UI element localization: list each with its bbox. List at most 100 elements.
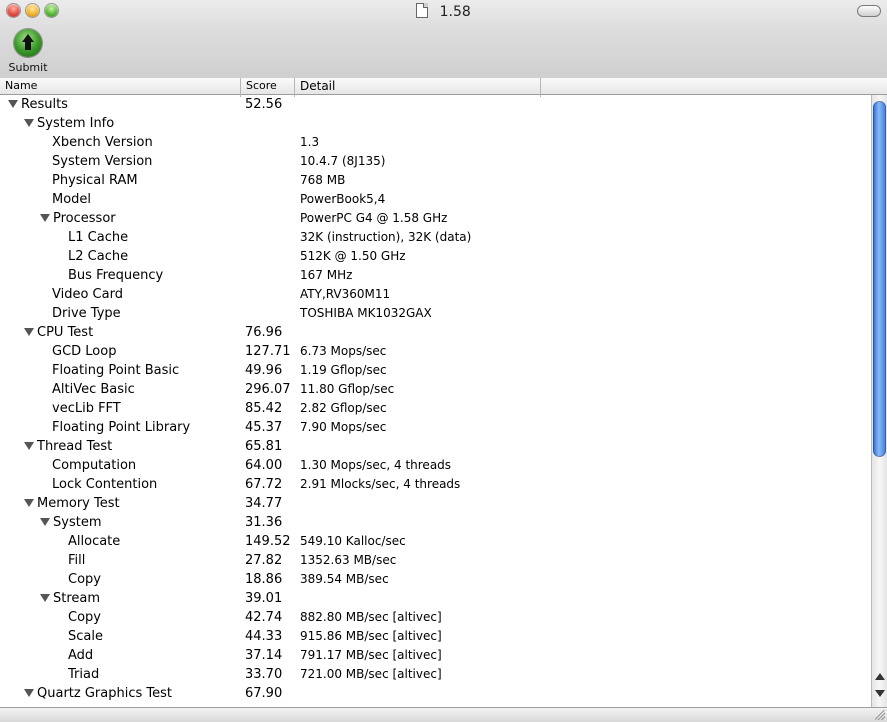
row-detail: 2.91 Mlocks/sec, 4 threads	[300, 477, 461, 491]
table-row[interactable]: Stream 39.01	[0, 589, 871, 608]
row-name: Quartz Graphics Test	[24, 684, 172, 703]
table-row[interactable]: Scale 44.33 915.86 MB/sec [altivec]	[0, 627, 871, 646]
row-score: 37.14	[245, 648, 283, 663]
table-row[interactable]: Bus Frequency 167 MHz	[0, 266, 871, 285]
vertical-scrollbar[interactable]	[871, 95, 887, 707]
row-detail: 10.4.7 (8J135)	[300, 154, 386, 168]
row-name-text: Floating Point Basic	[52, 363, 180, 378]
disclosure-triangle-icon[interactable]	[24, 689, 34, 697]
disclosure-triangle-icon[interactable]	[40, 594, 50, 602]
row-detail: 882.80 MB/sec [altivec]	[300, 610, 442, 624]
table-row[interactable]: Quartz Graphics Test 67.90	[0, 684, 871, 703]
disclosure-triangle-icon[interactable]	[24, 119, 34, 127]
table-row[interactable]: Physical RAM 768 MB	[0, 171, 871, 190]
table-row[interactable]: Copy 18.86 389.54 MB/sec	[0, 570, 871, 589]
row-score: 52.56	[245, 97, 283, 112]
table-header: Name Score Detail	[0, 78, 887, 97]
submit-label: Submit	[8, 61, 48, 74]
table-row[interactable]: Memory Test 34.77	[0, 494, 871, 513]
window-footer	[0, 707, 887, 722]
window-title-text: 1.58	[439, 4, 471, 20]
row-detail: 721.00 MB/sec [altivec]	[300, 667, 442, 681]
disclosure-triangle-icon[interactable]	[40, 518, 50, 526]
table-row[interactable]: Drive Type TOSHIBA MK1032GAX	[0, 304, 871, 323]
table-row[interactable]: Floating Point Library 45.37 7.90 Mops/sec	[0, 418, 871, 437]
row-detail: 32K (instruction), 32K (data)	[300, 230, 472, 244]
row-score: 67.72	[245, 477, 283, 492]
table-row[interactable]: GCD Loop 127.71 6.73 Mops/sec	[0, 342, 871, 361]
row-detail: 791.17 MB/sec [altivec]	[300, 648, 442, 662]
table-row[interactable]: Model PowerBook5,4	[0, 190, 871, 209]
table-row[interactable]: L2 Cache 512K @ 1.50 GHz	[0, 247, 871, 266]
row-name: Lock Contention	[52, 475, 157, 494]
disclosure-triangle-icon[interactable]	[24, 499, 34, 507]
row-detail: 389.54 MB/sec	[300, 572, 389, 586]
table-row[interactable]: L1 Cache 32K (instruction), 32K (data)	[0, 228, 871, 247]
row-detail: 2.82 Gflop/sec	[300, 401, 387, 415]
table-row[interactable]: Processor PowerPC G4 @ 1.58 GHz	[0, 209, 871, 228]
up-arrow-circle-icon	[14, 29, 42, 57]
submit-button[interactable]: Submit	[7, 29, 49, 75]
table-row[interactable]: Video Card ATY,RV360M11	[0, 285, 871, 304]
row-name-text: System Version	[52, 154, 153, 169]
row-name: Thread Test	[24, 437, 112, 456]
row-name: Add	[68, 646, 93, 665]
row-score: 76.96	[245, 325, 283, 340]
row-score: 45.37	[245, 420, 283, 435]
row-name-text: Allocate	[68, 534, 121, 549]
disclosure-triangle-icon[interactable]	[24, 442, 34, 450]
table-row[interactable]: AltiVec Basic 296.07 11.80 Gflop/sec	[0, 380, 871, 399]
row-score	[245, 209, 295, 228]
row-name: Floating Point Basic	[52, 361, 179, 380]
disclosure-triangle-icon[interactable]	[8, 100, 18, 108]
row-name: vecLib FFT	[52, 399, 121, 418]
table-row[interactable]: System Info	[0, 114, 871, 133]
scroll-up-arrow-icon[interactable]	[875, 673, 885, 680]
row-name-text: Computation	[52, 458, 137, 473]
toolbar-toggle-button[interactable]	[857, 5, 881, 17]
disclosure-triangle-icon[interactable]	[40, 214, 50, 222]
disclosure-triangle-icon[interactable]	[24, 328, 34, 336]
row-name: Xbench Version	[52, 133, 153, 152]
row-name: System Info	[24, 114, 114, 133]
table-row[interactable]: Fill 27.82 1352.63 MB/sec	[0, 551, 871, 570]
table-row[interactable]: Copy 42.74 882.80 MB/sec [altivec]	[0, 608, 871, 627]
table-row[interactable]: Results 52.56	[0, 95, 871, 114]
table-row[interactable]: Xbench Version 1.3	[0, 133, 871, 152]
row-name-text: Scale	[68, 629, 103, 644]
scroll-down-arrow-icon[interactable]	[875, 690, 885, 697]
row-score	[245, 114, 295, 133]
table-row[interactable]: System 31.36	[0, 513, 871, 532]
row-detail: 11.80 Gflop/sec	[300, 382, 395, 396]
row-name-text: Memory Test	[37, 496, 120, 511]
table-row[interactable]: Lock Contention 67.72 2.91 Mlocks/sec, 4 t…	[0, 475, 871, 494]
table-row[interactable]: Allocate 149.52 549.10 Kalloc/sec	[0, 532, 871, 551]
row-name-text: Copy	[68, 610, 101, 625]
row-name: GCD Loop	[52, 342, 116, 361]
document-icon	[416, 3, 429, 18]
row-score: 18.86	[245, 572, 283, 587]
table-row[interactable]: Floating Point Basic 49.96 1.19 Gflop/sec	[0, 361, 871, 380]
row-name-text: Bus Frequency	[68, 268, 164, 283]
row-name: Copy	[68, 570, 101, 589]
table-row[interactable]: CPU Test 76.96	[0, 323, 871, 342]
table-row[interactable]: System Version 10.4.7 (8J135)	[0, 152, 871, 171]
table-row[interactable]: Add 37.14 791.17 MB/sec [altivec]	[0, 646, 871, 665]
row-score: 44.33	[245, 629, 283, 644]
row-name: L2 Cache	[68, 247, 128, 266]
row-name-text: AltiVec Basic	[52, 382, 135, 397]
row-detail: 1352.63 MB/sec	[300, 553, 397, 567]
row-detail: ATY,RV360M11	[300, 287, 391, 301]
row-name: Drive Type	[52, 304, 121, 323]
row-name-text: vecLib FFT	[52, 401, 121, 416]
table-row[interactable]: Computation 64.00 1.30 Mops/sec, 4 threads	[0, 456, 871, 475]
row-score	[245, 266, 295, 285]
table-row[interactable]: Triad 33.70 721.00 MB/sec [altivec]	[0, 665, 871, 684]
row-name-text: CPU Test	[37, 325, 94, 340]
resize-grip-icon[interactable]	[875, 710, 885, 720]
row-name-text: Lock Contention	[52, 477, 158, 492]
row-name: Memory Test	[24, 494, 120, 513]
scroll-thumb[interactable]	[873, 101, 886, 457]
table-row[interactable]: vecLib FFT 85.42 2.82 Gflop/sec	[0, 399, 871, 418]
table-row[interactable]: Thread Test 65.81	[0, 437, 871, 456]
